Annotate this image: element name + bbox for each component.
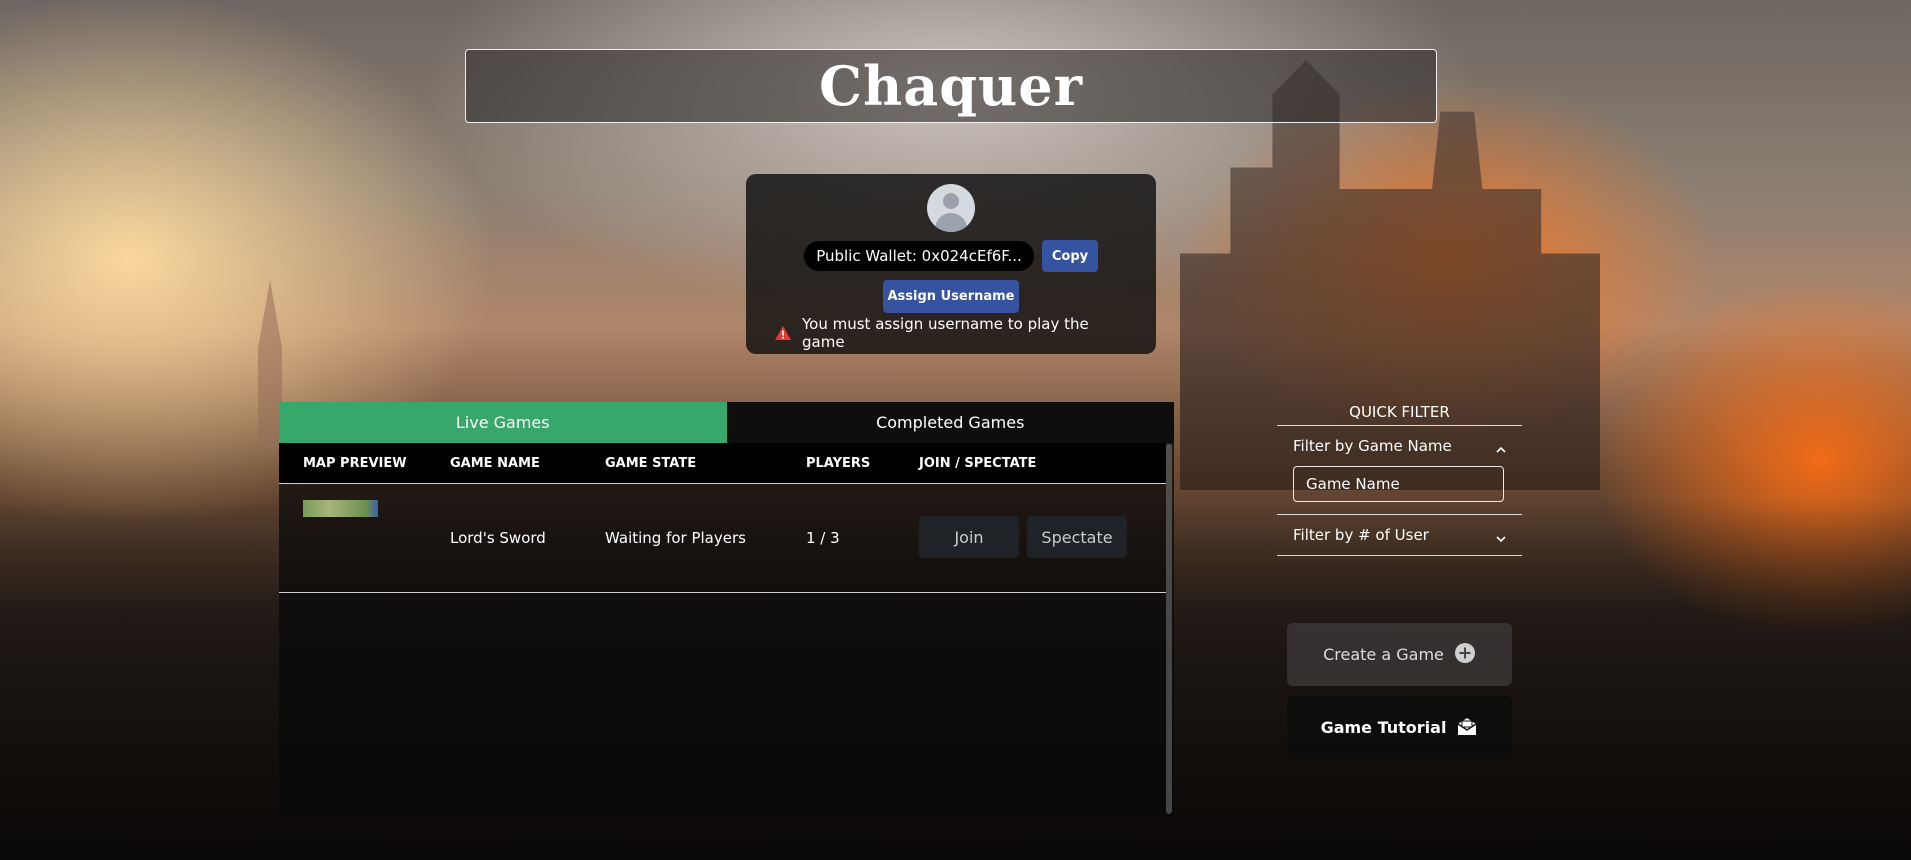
profile-card: Public Wallet: 0x024cEf6F... Copy Assign… — [746, 174, 1156, 354]
game-name-cell: Lord's Sword — [450, 529, 546, 547]
copy-wallet-button[interactable]: Copy — [1042, 240, 1098, 272]
column-game-state: GAME STATE — [605, 455, 697, 471]
filter-by-name-label: Filter by Game Name — [1293, 437, 1452, 455]
filter-by-users-label: Filter by # of User — [1293, 526, 1429, 544]
filter-by-name-section: Filter by Game Name — [1277, 426, 1522, 515]
join-button[interactable]: Join — [919, 516, 1019, 558]
game-tabs: Live Games Completed Games — [279, 402, 1174, 443]
create-game-button[interactable]: Create a Game — [1287, 623, 1512, 686]
table-scrollbar[interactable] — [1166, 444, 1172, 814]
column-players: PLAYERS — [806, 455, 871, 471]
spectate-button[interactable]: Spectate — [1027, 516, 1127, 558]
user-avatar-icon — [927, 184, 975, 232]
filter-by-users-toggle[interactable]: Filter by # of User — [1277, 515, 1522, 555]
game-state-cell: Waiting for Players — [605, 529, 746, 547]
quick-filter-title: QUICK FILTER — [1277, 400, 1522, 426]
game-tutorial-label: Game Tutorial — [1320, 718, 1447, 737]
game-name-filter-input[interactable] — [1293, 466, 1504, 502]
public-wallet-address: Public Wallet: 0x024cEf6F... — [804, 241, 1034, 271]
filter-by-users-section: Filter by # of User — [1277, 515, 1522, 556]
tab-live-games[interactable]: Live Games — [279, 402, 727, 443]
game-tutorial-button[interactable]: Game Tutorial — [1287, 696, 1512, 759]
filter-by-name-toggle[interactable]: Filter by Game Name — [1277, 426, 1522, 466]
column-join-spectate: JOIN / SPECTATE — [919, 455, 1037, 471]
map-preview-thumbnail[interactable] — [303, 500, 378, 517]
game-title: Chaquer — [818, 54, 1084, 118]
chevron-up-icon — [1496, 441, 1506, 453]
column-game-name: GAME NAME — [450, 455, 540, 471]
plus-circle-icon — [1454, 642, 1476, 668]
table-row: Lord's Sword Waiting for Players 1 / 3 J… — [279, 484, 1166, 593]
assign-username-button[interactable]: Assign Username — [883, 280, 1019, 313]
username-warning: You must assign username to play the gam… — [774, 315, 1134, 351]
games-panel: Live Games Completed Games MAP PREVIEW G… — [279, 402, 1174, 817]
quick-filter-panel: QUICK FILTER Filter by Game Name Filter … — [1277, 400, 1522, 556]
warning-text: You must assign username to play the gam… — [802, 315, 1089, 351]
title-banner: Chaquer — [465, 49, 1437, 123]
create-game-label: Create a Game — [1323, 645, 1444, 664]
table-header: MAP PREVIEW GAME NAME GAME STATE PLAYERS… — [279, 443, 1166, 484]
players-cell: 1 / 3 — [806, 529, 840, 547]
warning-triangle-icon — [774, 325, 792, 341]
tab-completed-games[interactable]: Completed Games — [726, 402, 1174, 443]
column-map-preview: MAP PREVIEW — [303, 455, 407, 471]
chevron-down-icon — [1496, 530, 1506, 543]
envelope-open-icon — [1456, 715, 1478, 741]
